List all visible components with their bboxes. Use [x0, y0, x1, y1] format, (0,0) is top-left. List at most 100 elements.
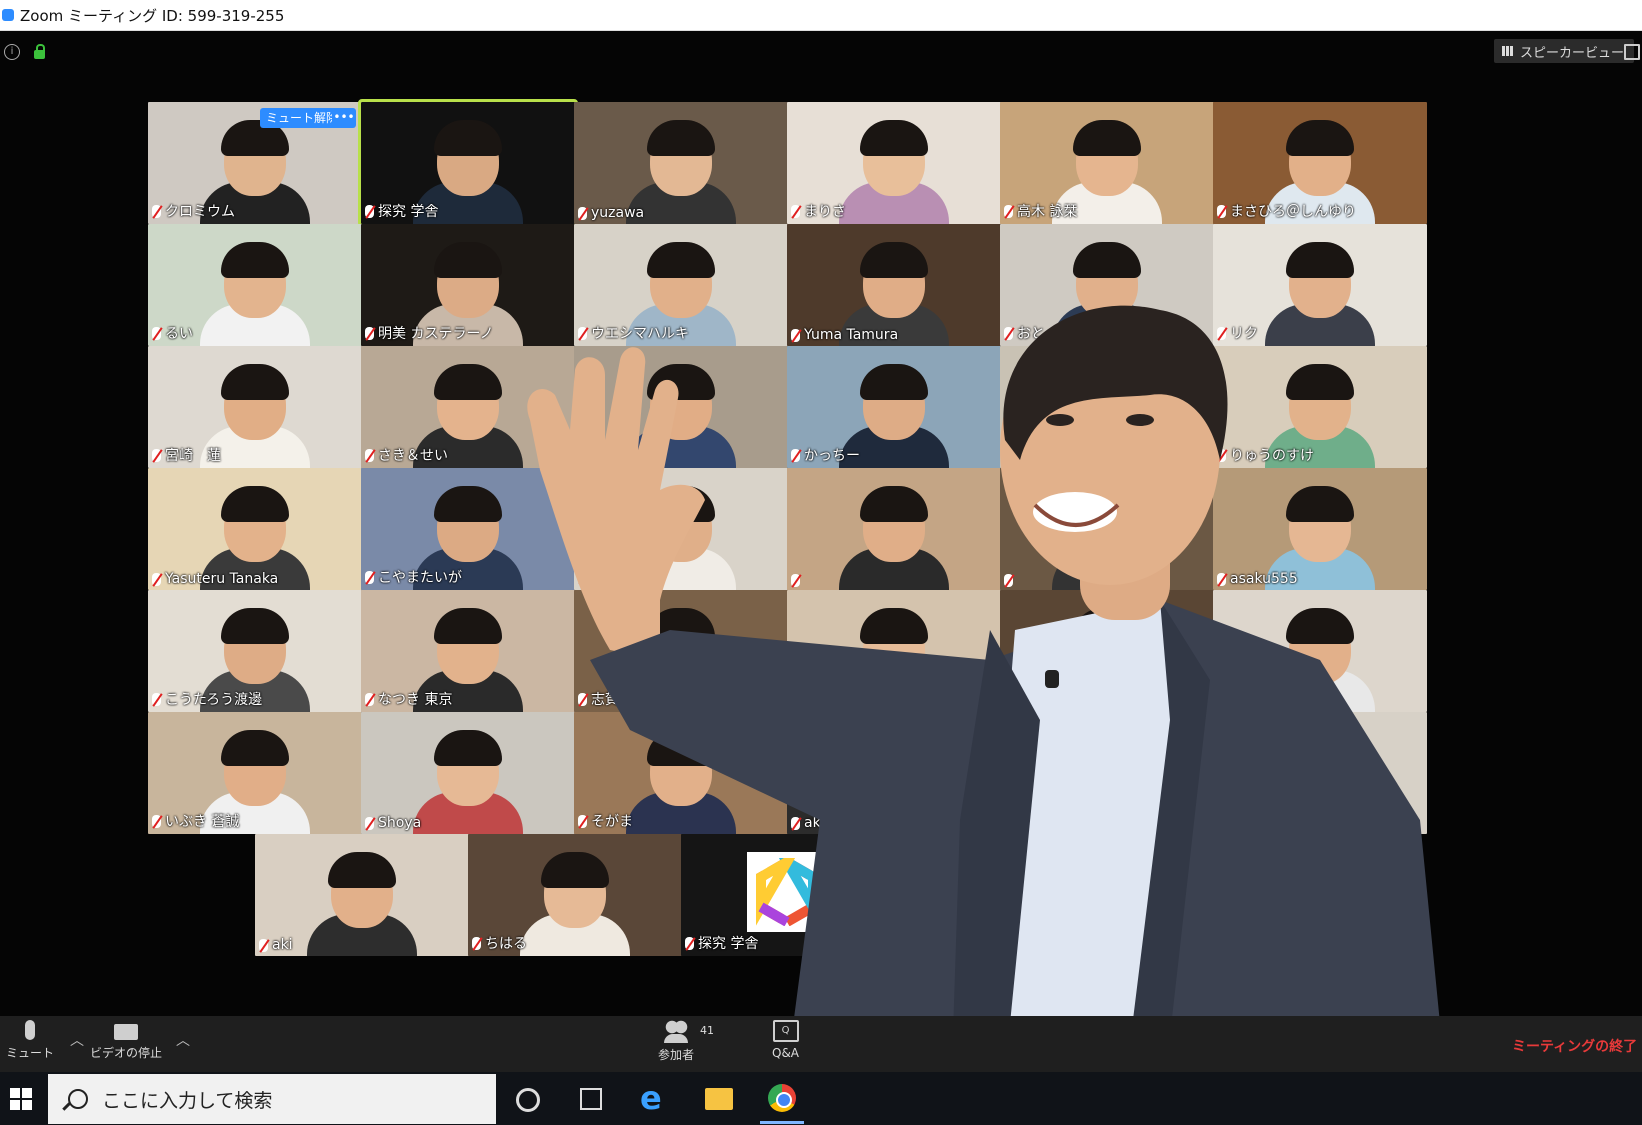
- taskbar-search[interactable]: ここに入力して検索: [48, 1074, 496, 1124]
- participant-name-label: yuzawa: [578, 205, 644, 221]
- participant-name-label: クロミウム: [152, 201, 235, 221]
- muted-mic-icon: [365, 570, 374, 584]
- participant-tile[interactable]: そうま: [574, 468, 788, 590]
- participant-tile[interactable]: [787, 468, 1001, 590]
- video-options-chevron-icon[interactable]: ︿: [176, 1030, 190, 1050]
- participant-tile[interactable]: [1000, 468, 1214, 590]
- participant-tile[interactable]: かずき: [787, 590, 1001, 712]
- participant-tile[interactable]: るい: [148, 224, 362, 346]
- participant-tile[interactable]: 探究 学舎: [358, 99, 578, 227]
- participant-name: asaku555: [1230, 571, 1298, 587]
- participant-hair: [647, 120, 715, 156]
- participant-tile[interactable]: こうたろう渡邊: [148, 590, 362, 712]
- participant-name: なつき 東京: [378, 692, 453, 708]
- participant-tile[interactable]: Shoya: [361, 712, 575, 834]
- participant-tile[interactable]: まりさ: [787, 102, 1001, 224]
- participant-tile[interactable]: なつき 東京: [361, 590, 575, 712]
- info-icon[interactable]: i: [4, 44, 20, 60]
- participant-hair: [860, 730, 928, 766]
- muted-mic-icon: [1217, 818, 1226, 831]
- participant-tile[interactable]: [1000, 590, 1214, 712]
- speaker-view-button[interactable]: スピーカービュー: [1494, 39, 1635, 63]
- participant-name-label: いぶき 蒼誠: [152, 811, 239, 831]
- participant-tile[interactable]: 探究 学舎: [681, 834, 895, 956]
- participant-tile[interactable]: Yasuteru Tanaka: [148, 468, 362, 590]
- muted-mic-icon: [365, 692, 374, 706]
- participant-tile[interactable]: [1213, 712, 1427, 834]
- participant-tile[interactable]: [1213, 590, 1427, 712]
- muted-mic-icon: [1004, 204, 1013, 218]
- muted-mic-icon: [791, 816, 800, 830]
- participant-hair: [221, 242, 289, 278]
- participant-tile[interactable]: さいた: [574, 346, 788, 468]
- participant-name-label: そがま: [578, 811, 633, 831]
- participant-name-label: 探究 学舎: [685, 933, 758, 953]
- participant-tile[interactable]: リク: [1213, 224, 1427, 346]
- participant-tile[interactable]: asaku555: [1213, 468, 1427, 590]
- participant-tile[interactable]: 宮崎 蓮: [148, 346, 362, 468]
- participants-button[interactable]: 参加者: [658, 1020, 694, 1063]
- more-options-icon[interactable]: •••: [332, 108, 356, 128]
- participant-hair: [860, 486, 928, 522]
- qa-button[interactable]: Q Q&A: [772, 1020, 799, 1060]
- participant-tile[interactable]: さき＆せい: [361, 346, 575, 468]
- participant-tile[interactable]: ウエシマハルキ: [574, 224, 788, 346]
- muted-mic-icon: [578, 692, 587, 706]
- lock-icon[interactable]: [34, 43, 45, 59]
- participant-name: こやまたいが: [378, 570, 462, 586]
- participant-tile[interactable]: ちはる: [468, 834, 682, 956]
- file-explorer-icon[interactable]: [705, 1088, 733, 1110]
- participant-name-label: さき＆せい: [365, 445, 448, 465]
- muted-mic-icon: [578, 814, 587, 828]
- participant-tile[interactable]: こやまたいが: [361, 468, 575, 590]
- audio-options-chevron-icon[interactable]: ︿: [70, 1030, 84, 1050]
- participant-hair: [221, 608, 289, 644]
- participant-tile[interactable]: [1000, 712, 1214, 834]
- participant-name-label: なつき 東京: [365, 689, 452, 709]
- fullscreen-icon[interactable]: [1624, 44, 1640, 60]
- video-label: ビデオの停止: [90, 1046, 163, 1060]
- muted-mic-icon: [578, 326, 587, 340]
- participant-hair: [221, 364, 289, 400]
- windows-start-icon[interactable]: [10, 1088, 32, 1110]
- end-meeting-button[interactable]: ミーティングの終了: [1512, 1036, 1637, 1056]
- participant-tile[interactable]: まさひろ＠しんゆり: [1213, 102, 1427, 224]
- participant-name-label: 明美 カステラーノ: [365, 323, 494, 343]
- chrome-browser-icon[interactable]: [768, 1084, 796, 1112]
- participant-tile[interactable]: 志賀はじめ兄弟: [574, 590, 788, 712]
- edge-browser-icon[interactable]: e: [640, 1082, 668, 1114]
- participant-tile[interactable]: 高木 詠栞: [1000, 102, 1214, 224]
- participant-name: さいた: [591, 448, 633, 464]
- muted-mic-icon: [1004, 326, 1013, 340]
- participant-name: まりさ: [804, 204, 846, 220]
- stop-video-button[interactable]: ビデオの停止: [90, 1020, 162, 1061]
- mute-button[interactable]: ミュート: [6, 1020, 54, 1061]
- meeting-info-bar: i: [4, 43, 45, 60]
- participant-hair: [434, 364, 502, 400]
- participant-name-label: こうたろう渡邊: [152, 689, 262, 709]
- cortana-icon[interactable]: [516, 1088, 540, 1112]
- participant-name: そうま: [591, 570, 633, 586]
- participant-tile[interactable]: おと: [1000, 224, 1214, 346]
- participant-tile[interactable]: かっちー: [787, 346, 1001, 468]
- participant-name-label: akiko yama: [791, 815, 884, 831]
- muted-mic-icon: [152, 692, 161, 706]
- participant-tile[interactable]: [1000, 346, 1214, 468]
- muted-mic-icon: [791, 574, 800, 587]
- participant-hair: [434, 608, 502, 644]
- task-view-icon[interactable]: [580, 1088, 602, 1110]
- participant-tile[interactable]: りゅうのすけ: [1213, 346, 1427, 468]
- participant-hair: [221, 486, 289, 522]
- participant-tile[interactable]: Yuma Tamura: [787, 224, 1001, 346]
- participant-tile[interactable]: いぶき 蒼誠: [148, 712, 362, 834]
- participant-tile[interactable]: 明美 カステラーノ: [361, 224, 575, 346]
- muted-mic-icon: [472, 936, 481, 950]
- muted-mic-icon: [365, 448, 374, 462]
- participant-tile[interactable]: akiko yama: [787, 712, 1001, 834]
- participant-tile[interactable]: yuzawa: [574, 102, 788, 224]
- participant-tile[interactable]: ミュート解除 ••• クロミウム: [148, 102, 362, 224]
- muted-mic-icon: [152, 572, 161, 586]
- participant-tile[interactable]: aki: [255, 834, 469, 956]
- participant-tile[interactable]: そがま: [574, 712, 788, 834]
- zoom-logo-icon: [2, 9, 14, 21]
